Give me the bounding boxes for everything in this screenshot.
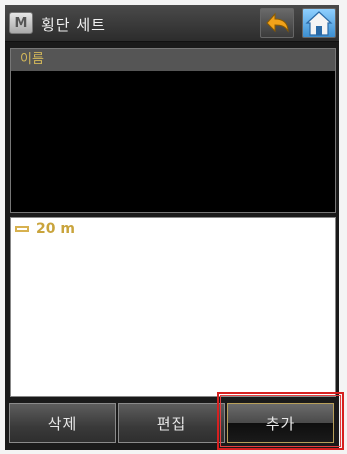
section-width-icon: [15, 226, 29, 232]
home-icon: [305, 11, 333, 36]
edit-button[interactable]: 편집: [118, 403, 225, 443]
back-arrow-icon: [266, 12, 289, 33]
cross-section-list[interactable]: 이름: [10, 48, 336, 213]
column-header-name: 이름: [11, 49, 335, 71]
title-bar: M 횡단 세트: [5, 5, 339, 42]
entry-label: 20 m: [36, 221, 75, 237]
home-button[interactable]: [302, 8, 336, 38]
delete-button[interactable]: 삭제: [9, 403, 116, 443]
menu-button[interactable]: M: [9, 12, 33, 34]
app-window: M 횡단 세트 이름 20 m 삭제 편집 추가: [5, 5, 339, 450]
cross-section-detail[interactable]: 20 m: [10, 217, 336, 397]
highlight-box-inner: [220, 395, 341, 447]
list-item[interactable]: 20 m: [15, 221, 75, 237]
back-button[interactable]: [260, 8, 294, 38]
page-title: 횡단 세트: [41, 16, 106, 34]
